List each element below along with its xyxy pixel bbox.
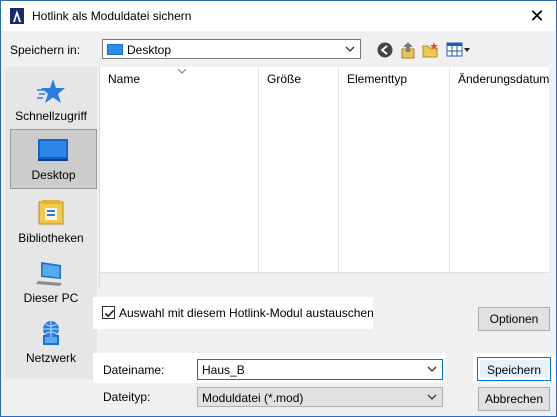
view-menu-icon [446,42,470,57]
place-schnellzugriff[interactable]: Schnellzugriff [5,71,97,131]
place-desktop[interactable]: Desktop [10,129,97,189]
new-folder-icon[interactable] [422,41,440,59]
place-label: Schnellzugriff [15,109,87,123]
filetype-label: Dateityp: [103,390,151,404]
desktop-icon [38,139,68,161]
back-icon[interactable] [376,41,394,59]
column-divider[interactable] [258,67,259,272]
computer-icon [36,262,62,286]
place-netzwerk[interactable]: Netzwerk [5,313,97,373]
replace-checkbox-label: Auswahl mit diesem Hotlink-Modul austaus… [119,306,374,320]
filetype-select[interactable]: Moduldatei (*.mod) [197,387,443,407]
checkmark-icon [104,309,115,318]
places-bar: Schnellzugriff Desktop Bibliotheken Dies… [5,67,97,379]
star-icon [37,79,65,103]
save-dialog: Hotlink als Moduldatei sichern ✕ Speiche… [0,0,557,417]
network-icon [43,321,59,345]
libraries-icon [38,200,64,225]
column-label: Name [108,72,141,86]
horizontal-scrollbar[interactable] [100,272,550,289]
view-menu-button[interactable] [446,41,472,59]
archicad-app-icon [10,8,24,24]
save-button[interactable]: Speichern [477,357,551,381]
cancel-button[interactable]: Abbrechen [478,387,550,411]
file-list[interactable]: Name Größe Elementtyp Änderungsdatum [99,67,550,289]
replace-checkbox-row[interactable]: Auswahl mit diesem Hotlink-Modul austaus… [93,297,374,329]
filename-input[interactable]: Haus_B [197,359,443,380]
location-label: Speichern in: [10,43,81,57]
up-folder-icon[interactable] [399,41,417,59]
chevron-down-icon [427,366,437,372]
place-dieser-pc[interactable]: Dieser PC [5,253,97,313]
column-label: Änderungsdatum [458,72,550,86]
location-value: Desktop [127,43,172,57]
chevron-down-icon [427,394,437,400]
column-label: Größe [267,72,302,86]
title-bar: Hotlink als Moduldatei sichern ✕ [1,1,556,31]
column-header-size[interactable]: Größe [259,67,337,91]
place-label: Desktop [31,168,76,182]
filetype-value: Moduldatei (*.mod) [202,391,304,405]
column-divider[interactable] [449,67,450,272]
sort-indicator-icon [178,69,186,74]
filename-label: Dateiname: [103,363,165,377]
column-header-type[interactable]: Elementtyp [339,67,448,91]
column-header-modified[interactable]: Änderungsdatum [450,67,550,91]
column-divider[interactable] [338,67,339,272]
place-label: Dieser PC [23,291,79,305]
column-label: Elementtyp [347,72,408,86]
location-combo[interactable]: Desktop [102,39,361,59]
column-header-name[interactable]: Name [100,67,258,91]
replace-checkbox[interactable] [102,306,115,319]
close-icon: ✕ [529,6,545,26]
place-bibliotheken[interactable]: Bibliotheken [5,193,97,253]
window-title: Hotlink als Moduldatei sichern [32,9,192,23]
filename-value: Haus_B [202,363,245,377]
options-button[interactable]: Optionen [478,307,550,331]
close-button[interactable]: ✕ [528,7,546,25]
desktop-small-icon [107,44,123,55]
place-label: Bibliotheken [18,231,84,245]
chevron-down-icon [345,46,355,52]
place-label: Netzwerk [25,351,76,365]
